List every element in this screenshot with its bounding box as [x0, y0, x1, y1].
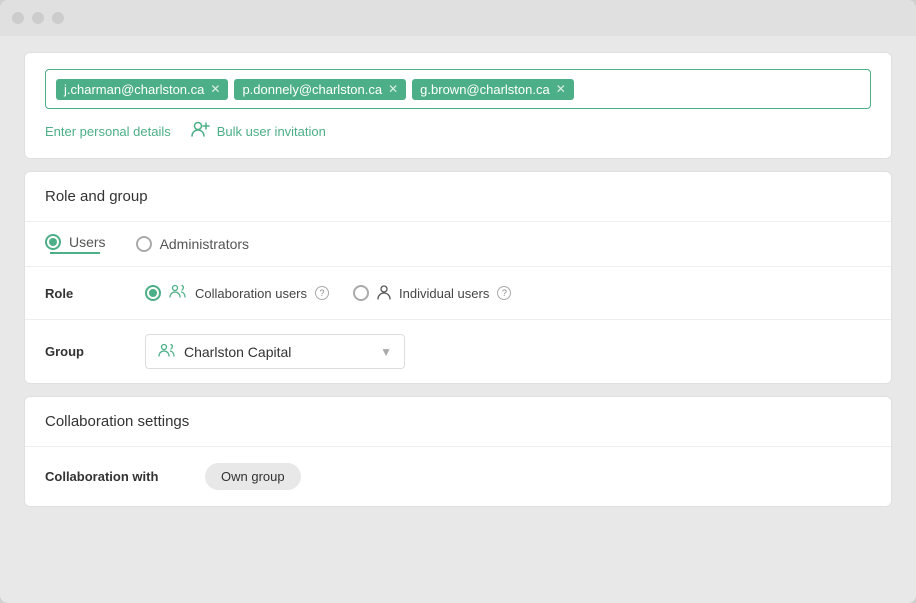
- titlebar: [0, 0, 916, 36]
- radio-administrators[interactable]: [136, 236, 152, 252]
- email-tag-1[interactable]: p.donnely@charlston.ca ✕: [234, 79, 406, 100]
- bulk-invite-link[interactable]: Bulk user invitation: [191, 121, 326, 142]
- role-group-title: Role and group: [25, 172, 891, 222]
- email-tag-1-remove[interactable]: ✕: [388, 82, 398, 96]
- group-select-left: Charlston Capital: [158, 342, 291, 361]
- tab-row: Users Administrators: [25, 222, 891, 267]
- tab-administrators-label: Administrators: [160, 236, 249, 252]
- role-options: Collaboration users ? Individual users: [145, 283, 511, 303]
- email-tag-2-remove[interactable]: ✕: [556, 82, 566, 96]
- traffic-light-minimize: [32, 12, 44, 24]
- traffic-light-close: [12, 12, 24, 24]
- group-icon: [158, 342, 176, 361]
- email-card: j.charman@charlston.ca ✕ p.donnely@charl…: [24, 52, 892, 159]
- radio-collaboration[interactable]: [145, 285, 161, 301]
- radio-collaboration-inner: [149, 289, 157, 297]
- radio-individual[interactable]: [353, 285, 369, 301]
- email-tag-0-text: j.charman@charlston.ca: [64, 82, 204, 97]
- collab-with-label: Collaboration with: [45, 469, 205, 484]
- tab-administrators[interactable]: Administrators: [136, 236, 249, 252]
- tab-users-label: Users: [69, 234, 106, 250]
- email-tag-2[interactable]: g.brown@charlston.ca ✕: [412, 79, 574, 100]
- email-section: j.charman@charlston.ca ✕ p.donnely@charl…: [25, 53, 891, 158]
- role-label: Role: [45, 286, 145, 301]
- collaboration-settings-card: Collaboration settings Collaboration wit…: [24, 396, 892, 507]
- tab-users-underline: [50, 252, 100, 254]
- tab-users[interactable]: Users: [45, 234, 106, 250]
- role-row: Role: [25, 267, 891, 320]
- group-select[interactable]: Charlston Capital ▼: [145, 334, 405, 369]
- bulk-invite-label: Bulk user invitation: [217, 124, 326, 139]
- role-individual[interactable]: Individual users ?: [353, 284, 511, 303]
- email-tag-0[interactable]: j.charman@charlston.ca ✕: [56, 79, 228, 100]
- individual-icon: [377, 284, 391, 303]
- email-actions: Enter personal details Bulk user invitat…: [45, 121, 871, 142]
- email-tag-1-text: p.donnely@charlston.ca: [242, 82, 382, 97]
- traffic-light-maximize: [52, 12, 64, 24]
- role-collaboration[interactable]: Collaboration users ?: [145, 283, 329, 303]
- collaboration-settings-title: Collaboration settings: [25, 397, 891, 447]
- collab-with-row: Collaboration with Own group: [25, 447, 891, 506]
- individual-help-icon[interactable]: ?: [497, 286, 511, 300]
- radio-users[interactable]: [45, 234, 61, 250]
- group-label: Group: [45, 344, 145, 359]
- collaboration-users-label: Collaboration users: [195, 286, 307, 301]
- email-input-box[interactable]: j.charman@charlston.ca ✕ p.donnely@charl…: [45, 69, 871, 109]
- enter-personal-details-link[interactable]: Enter personal details: [45, 124, 171, 139]
- own-group-badge[interactable]: Own group: [205, 463, 301, 490]
- chevron-down-icon: ▼: [380, 345, 392, 359]
- app-window: j.charman@charlston.ca ✕ p.donnely@charl…: [0, 0, 916, 603]
- tab-users-wrapper: Users: [45, 234, 106, 254]
- individual-users-label: Individual users: [399, 286, 489, 301]
- radio-users-inner: [49, 238, 57, 246]
- group-row: Group Charlston Capital: [25, 320, 891, 383]
- email-tag-2-text: g.brown@charlston.ca: [420, 82, 550, 97]
- email-tag-0-remove[interactable]: ✕: [210, 82, 220, 96]
- window-content: j.charman@charlston.ca ✕ p.donnely@charl…: [0, 36, 916, 603]
- collaboration-icon: [169, 283, 187, 303]
- group-value: Charlston Capital: [184, 344, 291, 360]
- role-group-card: Role and group Users Administrators: [24, 171, 892, 384]
- collaboration-help-icon[interactable]: ?: [315, 286, 329, 300]
- bulk-invite-icon: [191, 121, 211, 142]
